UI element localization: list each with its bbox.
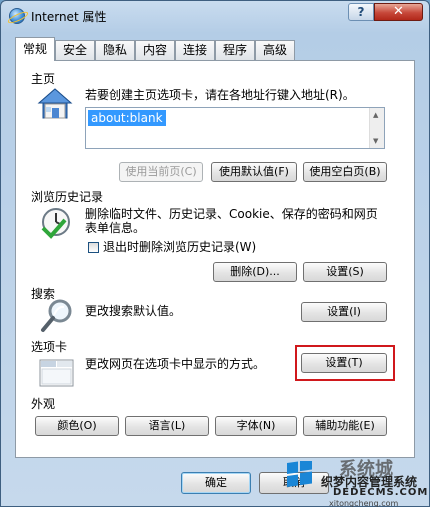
delete-history-button[interactable]: 删除(D)... [213,262,297,282]
tab-general[interactable]: 常规 [15,37,55,61]
close-button[interactable]: ✕ [374,3,423,21]
dialog-window: Internet 属性 ? ✕ 常规 安全 隐私 内容 连接 程序 高级 主页 … [0,0,430,507]
scroll-up-icon[interactable]: ▲ [373,111,378,119]
tab-content[interactable]: 内容 [135,40,175,60]
tab-advanced[interactable]: 高级 [255,40,295,60]
use-blank-button[interactable]: 使用空白页(B) [303,162,387,182]
history-description-line2: 表单信息。 [85,221,146,235]
site-watermark: 系统城 织梦内容管理系统 DEDECMS.COM xitongcheng.com [281,453,430,507]
tab-programs[interactable]: 程序 [215,40,255,60]
search-magnifier-icon [41,299,72,332]
delete-history-on-exit-checkbox[interactable] [88,242,99,253]
colors-button[interactable]: 颜色(O) [35,416,119,436]
use-current-button[interactable]: 使用当前页(C) [119,162,203,182]
tab-security[interactable]: 安全 [55,40,95,60]
homepage-group-label: 主页 [31,72,56,86]
languages-button[interactable]: 语言(L) [125,416,209,436]
help-button[interactable]: ? [348,3,374,21]
history-description-line1: 删除临时文件、历史记录、Cookie、保存的密码和网页 [85,207,378,221]
homepage-address-value[interactable]: about:blank [88,110,166,126]
use-default-button[interactable]: 使用默认值(F) [211,162,297,182]
window-title: Internet 属性 [31,10,107,24]
history-group-label: 浏览历史记录 [31,190,104,204]
tabs-group-label: 选项卡 [31,340,68,354]
watermark-site: DEDECMS.COM [333,487,429,498]
search-description: 更改搜索默认值。 [85,304,182,318]
tab-privacy[interactable]: 隐私 [95,40,135,60]
history-settings-button[interactable]: 设置(S) [303,262,387,282]
history-clock-icon [41,208,70,239]
scroll-down-icon[interactable]: ▼ [373,137,378,145]
accessibility-button[interactable]: 辅助功能(E) [303,416,387,436]
ok-button[interactable]: 确定 [181,472,251,494]
tabs-description: 更改网页在选项卡中显示的方式。 [85,357,266,371]
address-scrollbar[interactable]: ▲ ▼ [369,108,384,148]
watermark-url: xitongcheng.com [329,499,399,507]
homepage-description: 若要创建主页选项卡，请在各地址行键入地址(R)。 [85,88,355,102]
delete-history-on-exit-label[interactable]: 退出时删除浏览历史记录(W) [103,240,256,255]
title-bar[interactable]: Internet 属性 ? ✕ [1,1,429,31]
home-icon [37,88,73,119]
watermark-logo-icon [287,461,312,487]
appearance-group-label: 外观 [31,397,56,411]
fonts-button[interactable]: 字体(N) [215,416,297,436]
search-settings-button[interactable]: 设置(I) [301,302,387,322]
tabs-settings-button[interactable]: 设置(T) [301,353,387,373]
tabbed-window-icon [39,359,74,387]
tab-connections[interactable]: 连接 [175,40,215,60]
homepage-address-field[interactable]: about:blank ▲ ▼ [85,107,385,149]
internet-explorer-icon [9,8,25,24]
